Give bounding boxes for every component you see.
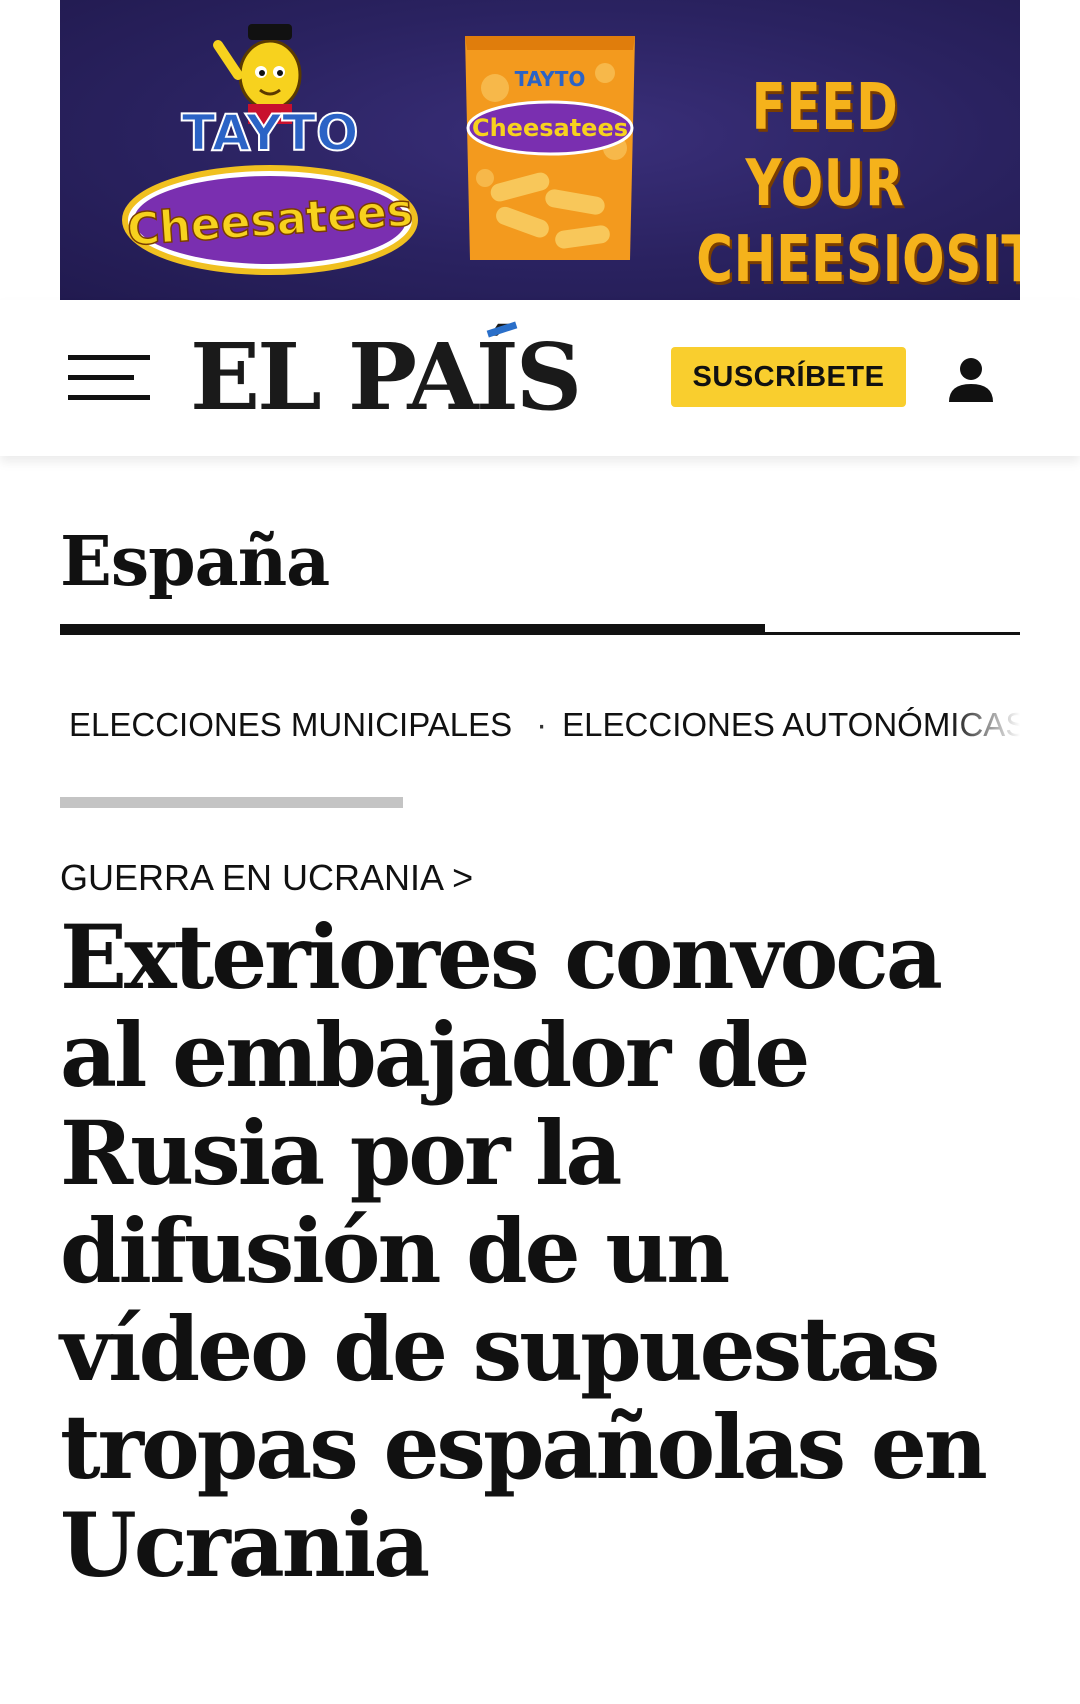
section-subnav: ELECCIONES MUNICIPALES · ELECCIONES AUTONÓ… <box>60 700 1020 750</box>
hamburger-menu-icon[interactable] <box>68 355 150 401</box>
ad-bag-brand-text: TAYTO <box>515 67 586 91</box>
user-account-icon[interactable] <box>948 356 994 402</box>
subnav-fade <box>950 700 1020 750</box>
site-logo[interactable]: EL PAÍS <box>190 322 582 432</box>
ad-brand-top-text: TAYTO <box>182 104 359 162</box>
article-kicker-link[interactable]: GUERRA EN UCRANIA > <box>60 855 473 901</box>
section-rule <box>765 632 1020 635</box>
ad-product-bag: TAYTO Cheesatees <box>455 28 645 268</box>
subnav-separator: · <box>536 706 548 743</box>
site-header: EL PAÍS SUSCRÍBETE <box>0 300 1080 456</box>
ad-slogan: FEED YOUR CHEESIOSITY <box>696 70 1020 298</box>
ad-brand-logo: TAYTO Cheesatees <box>120 20 450 280</box>
ad-slogan-line2: CHEESIOSITY <box>696 223 1020 297</box>
section-title[interactable]: España <box>60 520 330 604</box>
subnav-scroll-indicator[interactable] <box>60 797 403 808</box>
subnav-item-elecciones-municipales[interactable]: ELECCIONES MUNICIPALES <box>69 700 512 750</box>
section-rule-active <box>60 624 765 635</box>
ad-bag-name-text: Cheesatees <box>472 114 628 142</box>
article-headline: Exteriores convoca al embajador de Rusia… <box>60 905 988 1597</box>
ad-banner[interactable]: TAYTO Cheesatees TAYTO Cheesatees FEED Y… <box>60 0 1020 300</box>
subscribe-button[interactable]: SUSCRÍBETE <box>671 347 906 407</box>
ad-slogan-line1: FEED YOUR <box>745 71 905 221</box>
